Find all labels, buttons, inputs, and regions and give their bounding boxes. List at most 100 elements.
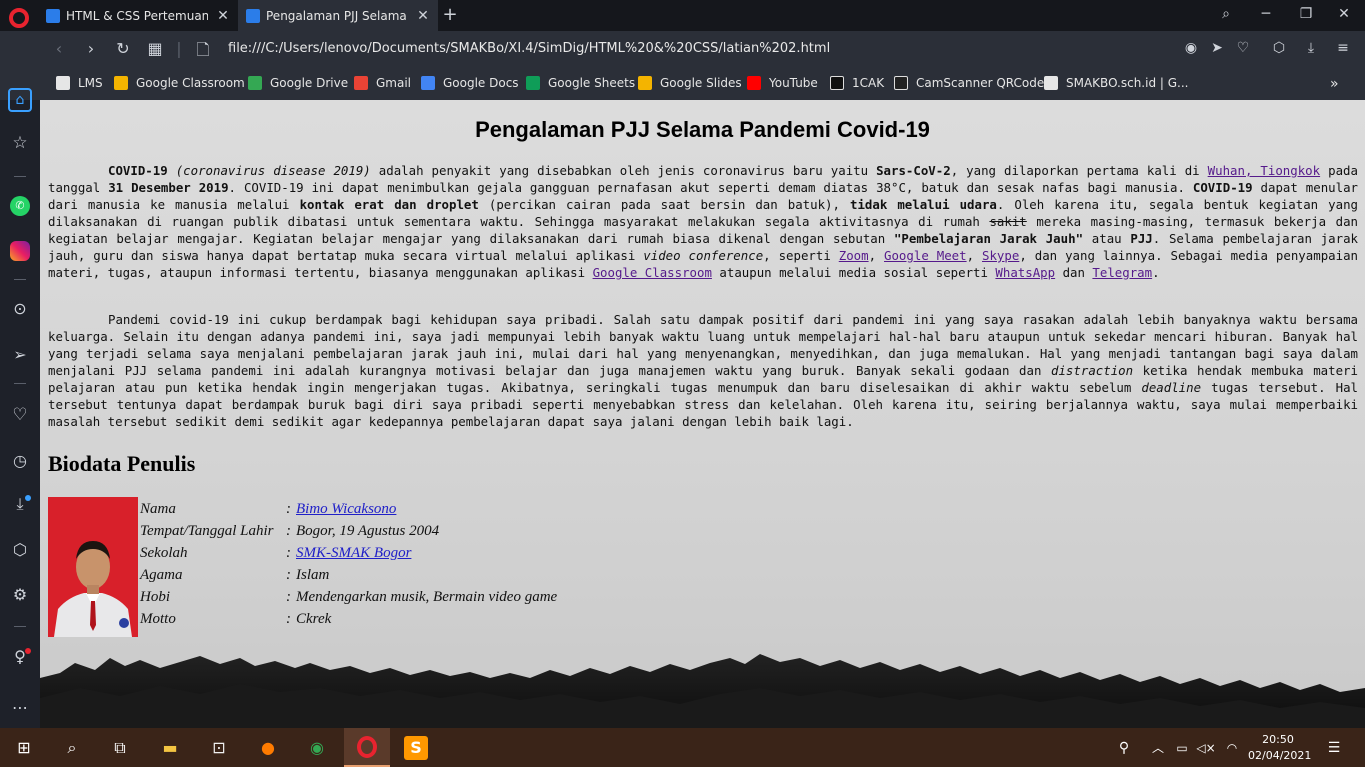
system-clock[interactable]: 20:50 02/04/2021 (1248, 732, 1311, 764)
forest-silhouette-image (40, 654, 1365, 728)
extensions-cube-icon[interactable]: ⬡ (1270, 40, 1288, 56)
player-icon[interactable]: ⊙ (9, 299, 31, 321)
file-explorer-icon[interactable]: ▬ (158, 736, 182, 760)
link-wuhan-tiongkok[interactable]: Wuhan, Tiongkok (1208, 163, 1320, 178)
tab-pengalaman-pjj[interactable]: Pengalaman PJJ Selama Pandemi Covid-19 ✕ (238, 0, 438, 31)
more-bookmarks-icon[interactable]: » (1330, 76, 1339, 92)
task-view-icon[interactable]: ⧉ (108, 736, 132, 760)
extensions-sidebar-icon[interactable]: ⬡ (9, 540, 31, 562)
search-tabs-icon[interactable]: ⌕ (1216, 6, 1236, 22)
biodata-label: Agama (140, 567, 183, 583)
bold-text: Sars-CoV-2 (876, 163, 951, 178)
opera-logo-icon[interactable] (9, 8, 29, 28)
docs-icon (421, 76, 435, 90)
flow-send-icon[interactable]: ➢ (9, 345, 31, 367)
bookmark-google-sheets[interactable]: Google Sheets (526, 76, 635, 90)
biodata-separator: : (286, 567, 291, 583)
easy-setup-icon[interactable]: ≡ (1334, 40, 1352, 56)
people-icon[interactable]: ⚲ (1112, 736, 1136, 760)
biodata-row: Tempat/Tanggal Lahir: Bogor, 19 Agustus 2… (140, 520, 557, 542)
link-google-meet[interactable]: Google Meet (884, 248, 967, 263)
link-telegram[interactable]: Telegram (1092, 265, 1152, 280)
bookmark-smakbo[interactable]: SMAKBO.sch.id | G... (1044, 76, 1188, 90)
bookmark-lms[interactable]: LMS (56, 76, 103, 90)
settings-gear-icon[interactable]: ⚙ (9, 585, 31, 607)
url-field[interactable]: file:///C:/Users/lenovo/Documents/SMAKBo… (228, 41, 830, 56)
action-center-icon[interactable]: ☰ (1322, 736, 1346, 760)
biodata-link[interactable]: SMK-SMAK Bogor (296, 545, 411, 561)
forward-button[interactable]: › (82, 39, 100, 58)
windows-start-icon[interactable]: ⊞ (12, 736, 36, 760)
biodata-value: Ckrek (296, 611, 332, 627)
tab-favicon-icon (46, 8, 60, 23)
search-icon[interactable]: ⌕ (60, 736, 84, 760)
bookmark-google-classroom[interactable]: Google Classroom (114, 76, 245, 90)
firefox-icon[interactable]: ● (256, 736, 280, 760)
wifi-icon[interactable]: ◠ (1220, 736, 1244, 760)
bookmark-google-docs[interactable]: Google Docs (421, 76, 519, 90)
italic-text: video conference (643, 248, 764, 263)
show-hidden-icons-icon[interactable]: ︿ (1146, 736, 1170, 760)
biodata-value: SMK-SMAK Bogor (296, 542, 411, 564)
home-icon[interactable]: ⌂ (8, 88, 32, 112)
bookmark-label: SMAKBO.sch.id | G... (1066, 76, 1189, 90)
text-run: , seperti (763, 248, 839, 263)
bookmark-gmail[interactable]: Gmail (354, 76, 411, 90)
link-google-classroom[interactable]: Google Classroom (593, 265, 712, 280)
new-tab-button[interactable]: + (442, 4, 458, 25)
back-button[interactable]: ‹ (50, 39, 68, 58)
opera-taskbar-icon[interactable] (357, 736, 377, 758)
close-tab-icon[interactable]: ✕ (216, 8, 230, 24)
volume-muted-icon[interactable]: ◁× (1194, 736, 1218, 760)
biodata-row: Hobi: Mendengarkan musik, Bermain video g… (140, 586, 557, 608)
bookmark-camscanner[interactable]: CamScanner QRCode (894, 76, 1044, 90)
close-tab-icon[interactable]: ✕ (416, 8, 430, 24)
biodata-label: Hobi (140, 589, 170, 605)
snapshot-icon[interactable]: ◉ (1182, 40, 1200, 56)
text-run: (percikan cairan pada saat bersin dan ba… (478, 197, 850, 212)
link-skype[interactable]: Skype (982, 248, 1019, 263)
bookmark-1cak[interactable]: 1CAK (830, 76, 884, 90)
page-title: Pengalaman PJJ Selama Pandemi Covid-19 (475, 117, 930, 142)
bookmarks-bar: LMS Google Classroom Google Drive Gmail … (0, 68, 1365, 100)
whatsapp-icon[interactable]: ✆ (10, 196, 30, 216)
battery-icon[interactable]: ▭ (1170, 736, 1194, 760)
bookmarks-heart-icon[interactable]: ♡ (9, 405, 31, 427)
bookmark-label: Google Classroom (136, 76, 245, 90)
bookmark-google-drive[interactable]: Google Drive (248, 76, 348, 90)
bold-text: PJJ (1130, 231, 1153, 246)
send-icon[interactable]: ➤ (1208, 40, 1226, 56)
sidebar-divider (14, 626, 26, 627)
link-zoom[interactable]: Zoom (839, 248, 869, 263)
minimize-button[interactable]: ─ (1256, 6, 1276, 22)
text-run: , yang dilaporkan pertama kali di (950, 163, 1208, 178)
biodata-row: Sekolah: SMK-SMAK Bogor (140, 542, 557, 564)
instagram-icon[interactable] (10, 241, 30, 261)
close-window-button[interactable]: ✕ (1334, 6, 1354, 22)
sidebar-divider (14, 279, 26, 280)
biodata-value: Bogor, 19 Agustus 2004 (296, 523, 440, 539)
bookmark-heart-icon[interactable]: ♡ (1234, 40, 1252, 56)
bookmark-label: Google Sheets (548, 76, 636, 90)
speed-dial-icon[interactable]: ▦ (146, 39, 164, 58)
biodata-heading: Biodata Penulis (48, 451, 196, 476)
history-clock-icon[interactable]: ◷ (9, 451, 31, 473)
chrome-icon[interactable]: ◉ (305, 736, 329, 760)
link-whatsapp[interactable]: WhatsApp (995, 265, 1055, 280)
biodata-link[interactable]: Bimo Wicaksono (296, 501, 396, 517)
bookmark-youtube[interactable]: YouTube (747, 76, 818, 90)
maximize-button[interactable]: ❐ (1296, 6, 1316, 22)
biodata-value: Mendengarkan musik, Bermain video game (296, 589, 558, 605)
1cak-icon (830, 76, 844, 90)
microsoft-store-icon[interactable]: ⊡ (207, 736, 231, 760)
text-run: . COVID-19 ini dapat menimbulkan gejala … (228, 180, 1193, 195)
bookmark-label: 1CAK (852, 76, 885, 90)
downloads-icon[interactable]: ⤓ (1302, 40, 1320, 56)
bookmark-google-slides[interactable]: Google Slides (638, 76, 742, 90)
sublime-text-icon[interactable]: S (404, 736, 428, 760)
tab-html-css[interactable]: HTML & CSS Pertemuan 2 ✕ (38, 0, 238, 31)
reload-button[interactable]: ↻ (114, 39, 132, 58)
more-options-icon[interactable]: ⋯ (9, 698, 31, 720)
biodata-separator: : (286, 589, 291, 605)
favorites-star-icon[interactable]: ☆ (9, 133, 31, 155)
